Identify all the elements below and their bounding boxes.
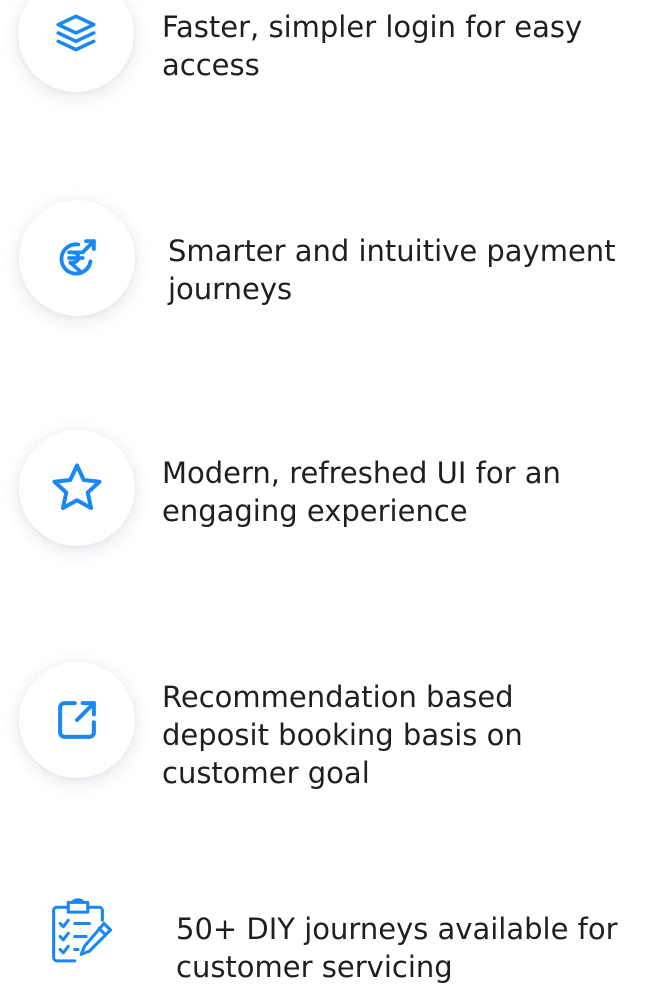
feature-text: Faster, simpler login for easy access: [162, 10, 583, 82]
feature-item-login: Faster, simpler login for easy access: [0, 0, 666, 130]
feature-text: Recommendation based deposit booking bas…: [162, 680, 523, 790]
star-icon: [52, 463, 102, 510]
external-link-icon: [58, 701, 96, 739]
feature-text: 50+ DIY journeys available for customer …: [176, 912, 618, 984]
clipboard-checklist-icon: [52, 898, 113, 963]
feature-item-payment: Smarter and intuitive payment journeys: [0, 195, 666, 335]
feature-text: Modern, refreshed UI for an engaging exp…: [162, 456, 561, 528]
feature-icon-badge: [19, 662, 135, 778]
feature-item-deposit: Recommendation based deposit booking bas…: [0, 660, 666, 820]
feature-icon-badge: [19, 200, 135, 316]
rupee-payment-icon: [59, 239, 96, 276]
layers-icon: [56, 14, 96, 52]
feature-icon-badge: [19, 430, 135, 546]
feature-item-diy: 50+ DIY journeys available for customer …: [0, 880, 666, 990]
feature-icon-badge: [18, 0, 134, 92]
feature-icon-badge: [28, 880, 128, 980]
feature-text: Smarter and intuitive payment journeys: [168, 234, 616, 306]
feature-item-ui: Modern, refreshed UI for an engaging exp…: [0, 430, 666, 570]
